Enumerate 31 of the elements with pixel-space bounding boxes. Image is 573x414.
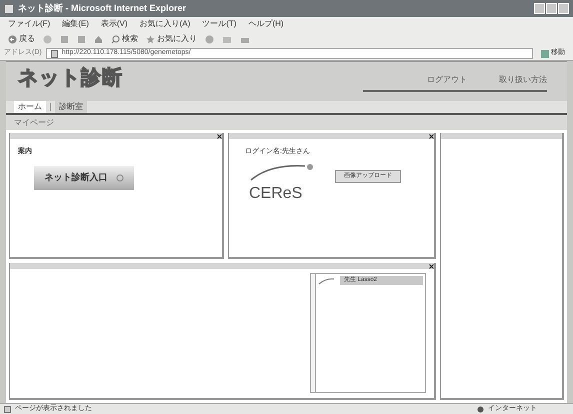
portal-button[interactable]: ネット診断入口 xyxy=(34,166,134,190)
menu-item[interactable]: ヘルプ(H) xyxy=(248,18,284,30)
minimize-button[interactable] xyxy=(534,3,545,14)
menu-item[interactable]: 編集(E) xyxy=(62,18,89,30)
close-icon xyxy=(429,264,434,268)
maximize-button[interactable] xyxy=(546,3,557,14)
breadcrumb-link[interactable]: 診断室 xyxy=(55,101,87,113)
header-link[interactable]: 取り扱い方法 xyxy=(499,74,547,86)
page-icon xyxy=(50,50,58,58)
menu-item[interactable]: お気に入り(A) xyxy=(140,18,190,30)
menu-item[interactable]: ツール(T) xyxy=(202,18,236,30)
menu-item[interactable]: 表示(V) xyxy=(100,18,128,30)
star-icon xyxy=(146,34,155,44)
favorites-button[interactable]: お気に入り xyxy=(146,33,197,45)
menu-item[interactable]: ファイル(F) xyxy=(8,18,50,30)
back-button[interactable]: 戻る xyxy=(8,33,35,45)
search-icon xyxy=(111,34,120,44)
site-logo-text: ネット診断 xyxy=(18,66,123,91)
page-done-icon xyxy=(4,406,11,412)
search-button[interactable]: 検索 xyxy=(111,33,138,45)
close-button[interactable] xyxy=(558,3,569,14)
close-icon xyxy=(429,134,434,138)
ceres-logo: CEReS xyxy=(245,162,315,202)
window-title: ネット診断 - Microsoft Internet Explorer xyxy=(18,2,186,15)
home-icon xyxy=(94,34,103,44)
close-icon xyxy=(217,134,222,138)
back-arrow-icon xyxy=(8,34,17,44)
header-link[interactable]: ログアウト xyxy=(427,74,467,86)
breadcrumb-link[interactable]: ホーム xyxy=(14,101,46,113)
logo-thumbnail-icon xyxy=(318,276,336,284)
page-tab[interactable]: マイページ xyxy=(14,116,54,128)
